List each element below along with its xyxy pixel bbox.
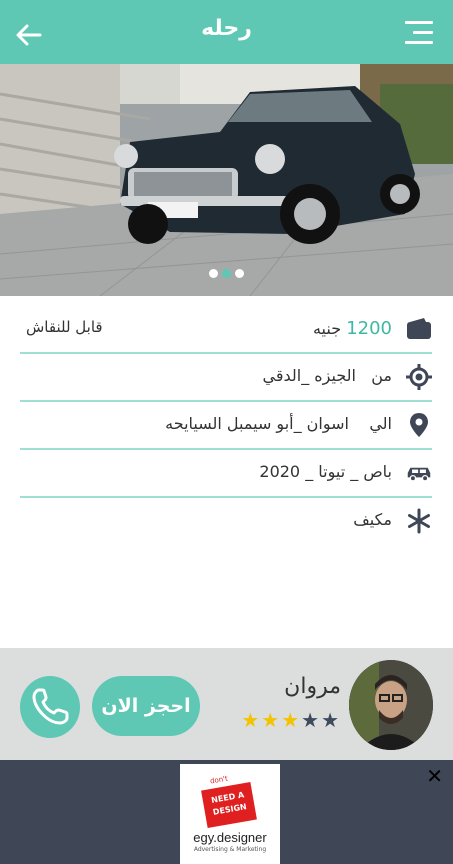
from-row: من الجيزه _الدقي <box>20 354 432 402</box>
ad-tiny-top: don't <box>209 774 229 786</box>
price-text: 1200 جنيه <box>313 318 392 339</box>
vehicle-text: باص _ تيوتا _ 2020 <box>259 462 392 481</box>
vehicle-image-carousel[interactable] <box>0 64 453 296</box>
driver-panel: مروان ★★★★★ احجز الان <box>0 648 453 760</box>
to-place: اسوان _أبو سيمبل السيايحه <box>165 414 349 433</box>
car-icon <box>407 467 431 482</box>
ad-headline: NEED A DESIGN <box>201 781 257 829</box>
book-now-button[interactable]: احجز الان <box>92 676 200 736</box>
driver-avatar[interactable] <box>349 660 433 750</box>
star-filled-icon: ★ <box>241 708 262 732</box>
driver-rating: ★★★★★ <box>241 708 341 732</box>
vehicle-row: باص _ تيوتا _ 2020 <box>20 450 432 498</box>
target-location-icon <box>406 364 432 390</box>
ac-text: مكيف <box>353 510 392 529</box>
ad-banner[interactable]: don't NEED A DESIGN egy.designer Adverti… <box>0 760 453 864</box>
star-empty-icon: ★ <box>321 708 341 732</box>
driver-name: مروان <box>284 674 341 699</box>
carousel-dot-active[interactable] <box>222 269 231 278</box>
ac-row: مكيف <box>20 498 432 546</box>
ad-brand: egy.designer <box>193 830 267 845</box>
ad-card[interactable]: don't NEED A DESIGN egy.designer Adverti… <box>180 764 280 864</box>
from-place: الجيزه _الدقي <box>262 366 356 385</box>
star-filled-icon: ★ <box>261 708 282 732</box>
snowflake-icon <box>408 508 430 534</box>
carousel-dot[interactable] <box>209 269 218 278</box>
trip-details: 1200 جنيه قابل للنقاش من الجيزه _الدقي ا… <box>20 306 432 546</box>
app-header: رحله <box>0 0 453 64</box>
phone-icon <box>32 688 69 725</box>
star-filled-icon: ★ <box>281 708 302 732</box>
ad-tagline: Advertising & Marketing <box>193 846 267 853</box>
price-unit: جنيه <box>312 319 342 338</box>
to-row: الي اسوان _أبو سيمبل السيايحه <box>20 402 432 450</box>
from-text: من الجيزه _الدقي <box>263 366 393 385</box>
call-button[interactable] <box>20 676 80 738</box>
price-value: 1200 <box>346 318 392 339</box>
hamburger-menu-icon[interactable] <box>405 18 433 46</box>
carousel-indicator[interactable] <box>0 263 453 282</box>
from-label: من <box>371 366 392 385</box>
map-pin-icon <box>410 413 428 437</box>
to-text: الي اسوان _أبو سيمبل السيايحه <box>165 414 392 433</box>
wallet-icon <box>407 318 431 339</box>
negotiable-label: قابل للنقاش <box>26 318 103 336</box>
ad-close-icon[interactable]: ✕ <box>426 764 443 788</box>
driver-photo <box>349 660 433 750</box>
carousel-dot[interactable] <box>235 269 244 278</box>
price-row: 1200 جنيه قابل للنقاش <box>20 306 432 354</box>
page-title: رحله <box>201 16 252 41</box>
star-empty-icon: ★ <box>301 708 322 732</box>
to-label: الي <box>369 414 392 433</box>
vehicle-photo <box>0 64 453 296</box>
